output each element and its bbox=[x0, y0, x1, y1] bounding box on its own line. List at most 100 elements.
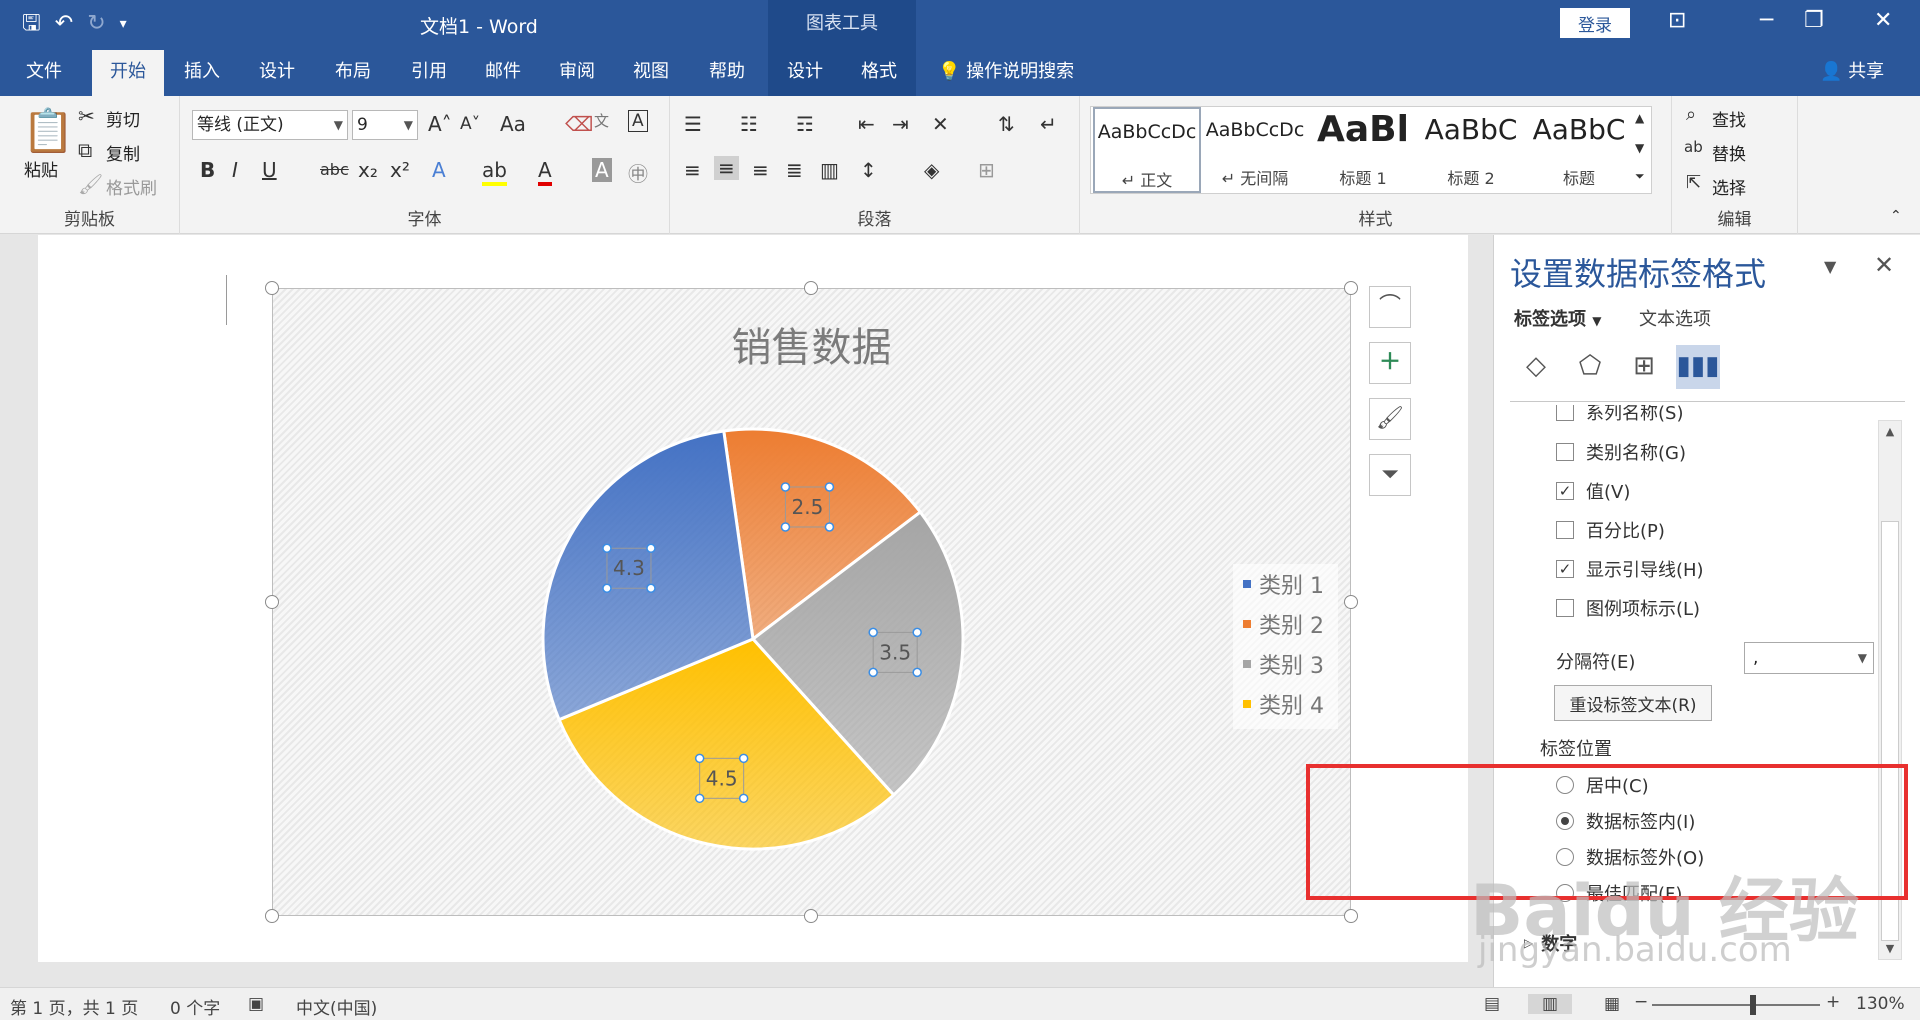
scroll-down-icon[interactable]: ▼ bbox=[1879, 942, 1901, 955]
data-label-handle[interactable] bbox=[824, 482, 835, 492]
data-label[interactable]: 4.5 bbox=[706, 766, 738, 790]
data-label-handle[interactable] bbox=[694, 793, 705, 804]
chart-legend[interactable]: 类别 1 类别 2 类别 3 类别 4 bbox=[1233, 564, 1338, 729]
checkbox[interactable] bbox=[1556, 521, 1574, 539]
shading-icon[interactable]: ◈ bbox=[924, 158, 939, 182]
data-label-handle[interactable] bbox=[694, 753, 705, 764]
increase-indent-icon[interactable]: ⇥ bbox=[892, 112, 909, 136]
format-painter-icon[interactable]: 🖌 bbox=[78, 172, 103, 196]
option-category-name[interactable]: 类别名称(G) bbox=[1556, 439, 1686, 465]
show-marks-icon[interactable]: ↵ bbox=[1040, 112, 1057, 136]
scroll-up-icon[interactable]: ▲ bbox=[1879, 425, 1901, 438]
grow-font-icon[interactable]: A˄ bbox=[428, 112, 452, 136]
label-options-icon[interactable]: ▮▮▮ bbox=[1676, 345, 1720, 389]
resize-handle[interactable] bbox=[265, 909, 279, 923]
highlight-icon[interactable]: ab bbox=[482, 158, 507, 186]
zoom-in-icon[interactable]: + bbox=[1826, 992, 1840, 1012]
option-value[interactable]: ✓ 值(V) bbox=[1556, 478, 1630, 504]
chinese-layout-icon[interactable]: ✕ bbox=[932, 112, 949, 136]
data-label-handle[interactable] bbox=[738, 753, 749, 764]
borders-icon[interactable]: ⊞ bbox=[978, 158, 995, 182]
tab-mailings[interactable]: 邮件 bbox=[466, 50, 540, 96]
tab-chart-format[interactable]: 格式 bbox=[842, 50, 916, 96]
style-heading-2[interactable]: AaBbC 标题 2 bbox=[1417, 107, 1525, 193]
zoom-slider[interactable] bbox=[1652, 1004, 1820, 1006]
resize-handle[interactable] bbox=[804, 281, 818, 295]
strikethrough-icon[interactable]: abc bbox=[320, 160, 349, 179]
effects-icon[interactable]: ⬠ bbox=[1568, 345, 1612, 389]
gallery-down-icon[interactable]: ▼ bbox=[1635, 141, 1644, 155]
gallery-up-icon[interactable]: ▲ bbox=[1635, 111, 1644, 125]
tab-label-options[interactable]: 标签选项 ▼ bbox=[1514, 305, 1602, 331]
tab-design[interactable]: 设计 bbox=[240, 50, 314, 96]
tab-home[interactable]: 开始 bbox=[92, 50, 164, 96]
option-legend-key[interactable]: 图例项标示(L) bbox=[1556, 595, 1700, 621]
pie-chart[interactable]: 销售数据 4.3 2.5 3.5 4.5 类别 1 类别 2 类别 3 类别 4 bbox=[272, 288, 1351, 916]
zoom-slider-thumb[interactable] bbox=[1750, 995, 1756, 1015]
shrink-font-icon[interactable]: A˅ bbox=[460, 114, 480, 134]
separator-dropdown[interactable]: , ▼ bbox=[1744, 642, 1874, 674]
data-label[interactable]: 3.5 bbox=[879, 640, 911, 664]
text-effects-icon[interactable]: A bbox=[432, 158, 446, 182]
data-label-handle[interactable] bbox=[602, 543, 612, 553]
subscript-icon[interactable]: x₂ bbox=[358, 158, 378, 182]
tab-insert[interactable]: 插入 bbox=[166, 50, 238, 96]
collapse-ribbon-icon[interactable]: ⌃ bbox=[1890, 208, 1902, 224]
underline-icon[interactable]: U bbox=[262, 158, 277, 182]
replace-icon[interactable]: ab bbox=[1684, 138, 1703, 156]
find-icon[interactable]: ⌕ bbox=[1686, 104, 1696, 125]
language[interactable]: 中文(中国) bbox=[296, 994, 377, 1019]
enclose-characters-icon[interactable]: ㊥ bbox=[628, 158, 648, 187]
font-name-combo[interactable]: 等线 (正文) ▼ bbox=[192, 110, 348, 140]
style-heading-1[interactable]: AaBl 标题 1 bbox=[1309, 107, 1417, 193]
option-series-name[interactable]: 系列名称(S) bbox=[1556, 405, 1683, 425]
login-button[interactable]: 登录 bbox=[1560, 8, 1630, 38]
style-title[interactable]: AaBbC 标题 bbox=[1525, 107, 1633, 193]
share-button[interactable]: 👤 共享 bbox=[1820, 50, 1884, 94]
cut-button[interactable]: 剪切 bbox=[106, 106, 140, 131]
pane-options-icon[interactable]: ▼ bbox=[1824, 257, 1836, 276]
data-label-handle[interactable] bbox=[912, 627, 922, 638]
resize-handle[interactable] bbox=[265, 595, 279, 609]
layout-options-button[interactable]: ⌒ bbox=[1369, 286, 1411, 328]
data-label-handle[interactable] bbox=[602, 583, 612, 593]
proofing-icon[interactable]: ▣ bbox=[248, 994, 264, 1014]
font-color-icon[interactable]: A bbox=[538, 158, 552, 186]
paste-button[interactable]: 粘贴 bbox=[24, 156, 58, 181]
data-label-handle[interactable] bbox=[824, 522, 835, 532]
replace-button[interactable]: 替换 bbox=[1712, 140, 1746, 165]
sort-icon[interactable]: ⇅ bbox=[998, 112, 1015, 136]
clear-formatting-icon[interactable]: ⌫ bbox=[565, 112, 593, 136]
customize-qat-icon[interactable]: ▾ bbox=[120, 10, 127, 38]
close-icon[interactable]: ✕ bbox=[1874, 8, 1892, 33]
zoom-level[interactable]: 130% bbox=[1856, 994, 1905, 1014]
checkbox[interactable] bbox=[1556, 405, 1574, 421]
scissors-icon[interactable]: ✂ bbox=[78, 104, 95, 128]
line-spacing-icon[interactable]: ↕ bbox=[860, 158, 877, 182]
decrease-indent-icon[interactable]: ⇤ bbox=[858, 112, 875, 136]
tab-references[interactable]: 引用 bbox=[392, 50, 466, 96]
restore-icon[interactable]: ❐ bbox=[1804, 8, 1824, 33]
style-normal[interactable]: AaBbCcDc ↵ 正文 bbox=[1093, 107, 1201, 193]
superscript-icon[interactable]: x² bbox=[390, 158, 410, 182]
page-count[interactable]: 第 1 页，共 1 页 bbox=[10, 994, 138, 1019]
numbering-icon[interactable]: ☷ bbox=[740, 112, 758, 136]
align-left-icon[interactable]: ≡ bbox=[684, 158, 701, 182]
font-size-combo[interactable]: 9 ▼ bbox=[352, 110, 418, 140]
close-icon[interactable]: ✕ bbox=[1874, 251, 1894, 279]
paste-icon[interactable]: 📋 bbox=[22, 106, 74, 156]
resize-handle[interactable] bbox=[1344, 281, 1358, 295]
select-button[interactable]: 选择 bbox=[1712, 174, 1746, 199]
multilevel-list-icon[interactable]: ☶ bbox=[796, 112, 814, 136]
checkbox-checked[interactable]: ✓ bbox=[1556, 482, 1574, 500]
checkbox-checked[interactable]: ✓ bbox=[1556, 560, 1574, 578]
format-painter-button[interactable]: 格式刷 bbox=[106, 174, 157, 199]
size-properties-icon[interactable]: ⊞ bbox=[1622, 345, 1666, 389]
bullets-icon[interactable]: ☰ bbox=[684, 112, 702, 136]
align-right-icon[interactable]: ≡ bbox=[752, 158, 769, 182]
data-label-handle[interactable] bbox=[780, 522, 791, 532]
checkbox[interactable] bbox=[1556, 443, 1574, 461]
zoom-out-icon[interactable]: − bbox=[1634, 992, 1648, 1012]
tab-view[interactable]: 视图 bbox=[614, 50, 688, 96]
distributed-icon[interactable]: ▥ bbox=[820, 158, 839, 182]
